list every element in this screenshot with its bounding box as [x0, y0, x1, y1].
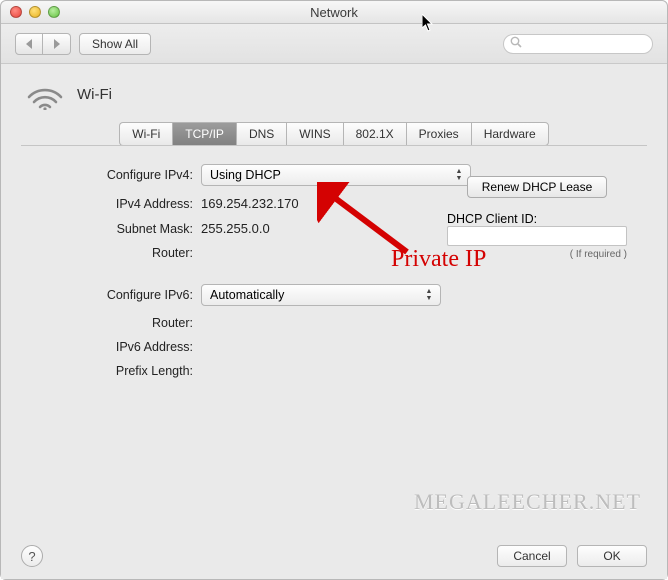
- configure-ipv6-select[interactable]: Automatically ▲▼: [201, 284, 441, 306]
- back-button[interactable]: [15, 33, 43, 55]
- label-ipv4-address: IPv4 Address:: [31, 197, 201, 211]
- dhcp-column: Renew DHCP Lease DHCP Client ID: ( If re…: [447, 176, 627, 260]
- interface-name: Wi-Fi: [77, 86, 112, 103]
- configure-ipv4-value: Using DHCP: [210, 168, 281, 182]
- tab-bar: Wi-Fi TCP/IP DNS WINS 802.1X Proxies Har…: [21, 122, 647, 146]
- forward-button[interactable]: [43, 33, 71, 55]
- label-router-v6: Router:: [31, 316, 201, 330]
- label-dhcp-client-id: DHCP Client ID:: [447, 212, 537, 226]
- chevron-updown-icon: ▲▼: [422, 287, 436, 303]
- cancel-button[interactable]: Cancel: [497, 545, 567, 567]
- search-icon: [510, 36, 522, 51]
- interface-header: Wi-Fi: [21, 74, 647, 122]
- bottom-bar: ? Cancel OK: [1, 533, 667, 579]
- label-prefix-length: Prefix Length:: [31, 364, 201, 378]
- tab-wins[interactable]: WINS: [286, 122, 342, 146]
- help-button[interactable]: ?: [21, 545, 43, 567]
- subnet-mask-value: 255.255.0.0: [201, 221, 270, 236]
- tab-wifi[interactable]: Wi-Fi: [119, 122, 172, 146]
- show-all-button[interactable]: Show All: [79, 33, 151, 55]
- toolbar: Show All: [1, 24, 667, 64]
- window-title: Network: [1, 1, 667, 24]
- tab-8021x[interactable]: 802.1X: [343, 122, 406, 146]
- configure-ipv4-select[interactable]: Using DHCP ▲▼: [201, 164, 471, 186]
- zoom-icon[interactable]: [48, 6, 60, 18]
- renew-dhcp-lease-button[interactable]: Renew DHCP Lease: [467, 176, 608, 198]
- preferences-window: Network Show All Wi-Fi Wi-Fi TCP/IP DNS …: [0, 0, 668, 580]
- label-subnet-mask: Subnet Mask:: [31, 222, 201, 236]
- minimize-icon[interactable]: [29, 6, 41, 18]
- window-controls: [10, 6, 60, 18]
- configure-ipv6-value: Automatically: [210, 288, 284, 302]
- if-required-note: ( If required ): [447, 249, 627, 260]
- content-area: Wi-Fi Wi-Fi TCP/IP DNS WINS 802.1X Proxi…: [1, 64, 667, 579]
- tab-dns[interactable]: DNS: [236, 122, 286, 146]
- search-input[interactable]: [503, 34, 653, 54]
- tcpip-panel: Configure IPv4: Using DHCP ▲▼ IPv4 Addre…: [21, 145, 647, 525]
- ok-button[interactable]: OK: [577, 545, 647, 567]
- close-icon[interactable]: [10, 6, 22, 18]
- watermark: MEGALEECHER.NET: [414, 489, 641, 515]
- label-configure-ipv6: Configure IPv6:: [31, 288, 201, 302]
- tab-tcpip[interactable]: TCP/IP: [172, 122, 236, 146]
- titlebar: Network: [1, 1, 667, 24]
- nav-buttons: [15, 33, 71, 55]
- tab-hardware[interactable]: Hardware: [471, 122, 549, 146]
- label-router-v4: Router:: [31, 246, 201, 260]
- wifi-icon: [25, 80, 65, 108]
- dhcp-client-id-input[interactable]: [447, 226, 627, 246]
- ipv4-address-value: 169.254.232.170: [201, 196, 299, 211]
- label-configure-ipv4: Configure IPv4:: [31, 168, 201, 182]
- tab-proxies[interactable]: Proxies: [406, 122, 471, 146]
- label-ipv6-address: IPv6 Address:: [31, 340, 201, 354]
